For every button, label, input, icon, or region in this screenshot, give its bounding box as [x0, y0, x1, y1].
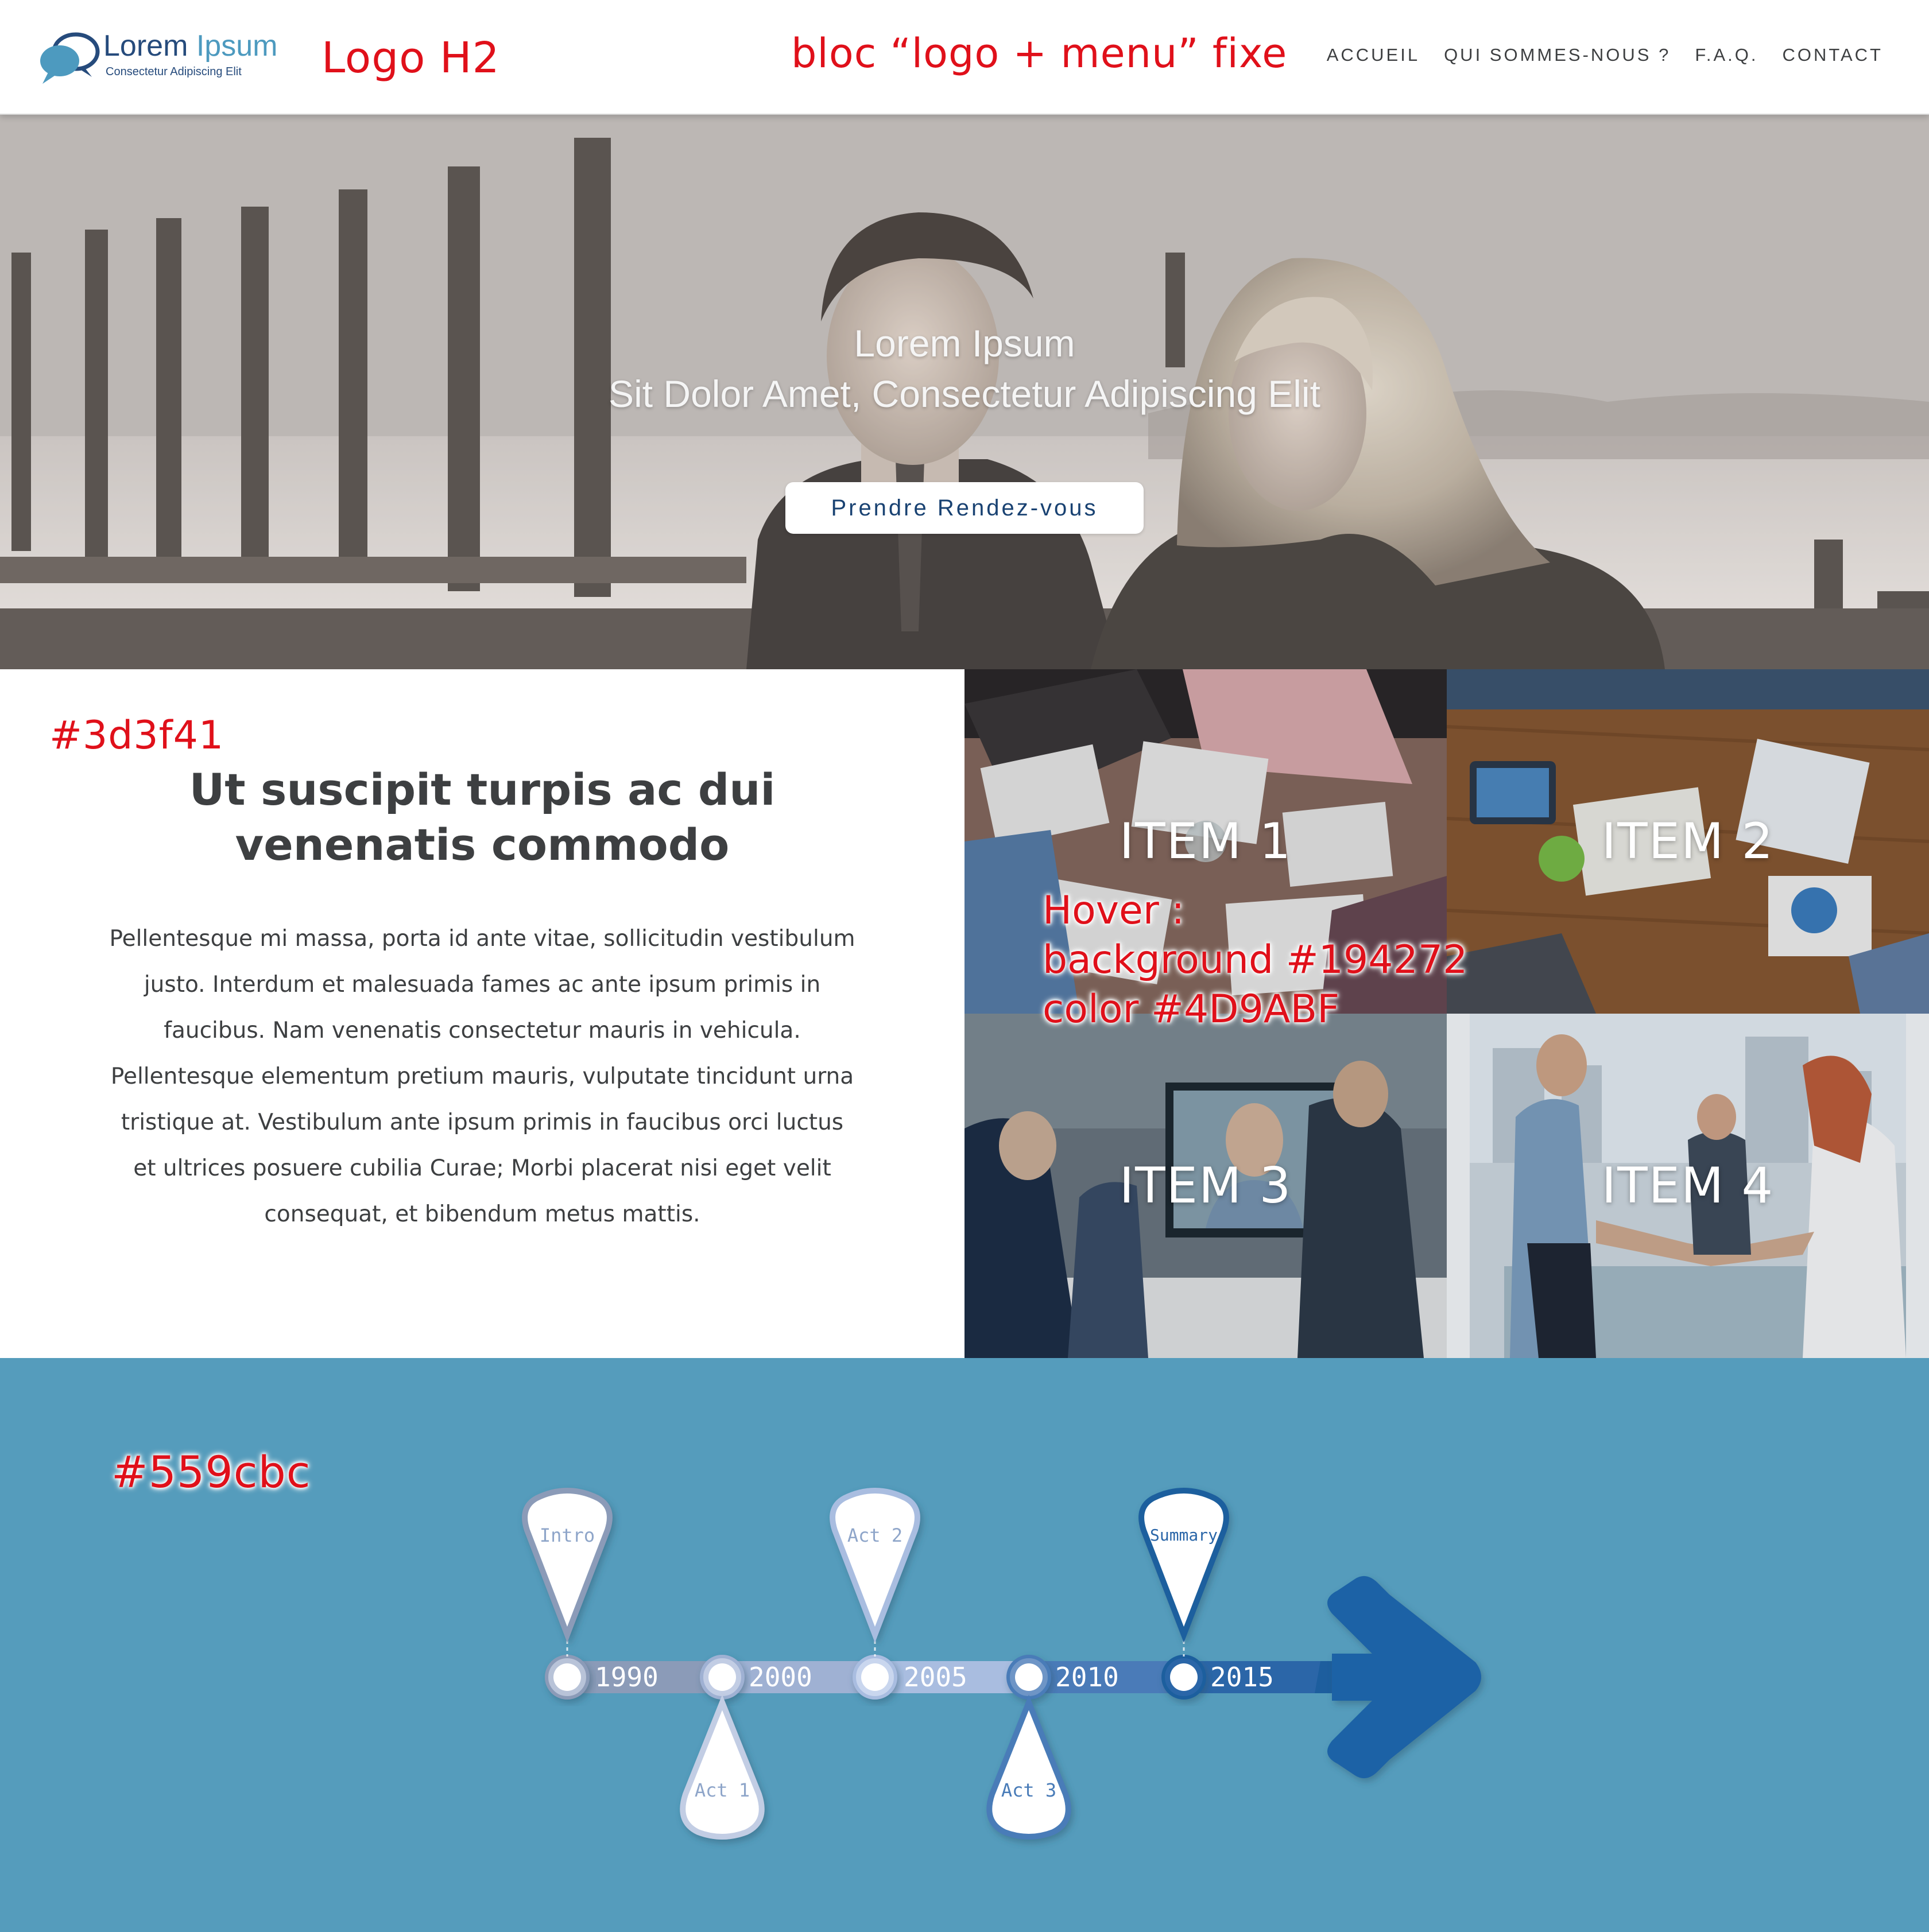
hero-title: Lorem Ipsum: [854, 322, 1075, 364]
grid-item-2-label: ITEM 2: [1601, 813, 1775, 870]
pin-label: Intro: [540, 1524, 595, 1546]
year-label: 2010: [1055, 1662, 1119, 1693]
timeline-arrow-icon: [1327, 1576, 1481, 1779]
grid-item-4[interactable]: ITEM 4: [1447, 1014, 1929, 1358]
logo-tagline: Consectetur Adipiscing Elit: [106, 65, 242, 78]
timeline-section: #559cbc 1990 2000 2005 2010 2015 Intro A…: [0, 1358, 1929, 1932]
intro-heading-line: Ut suscipit turpis ac dui: [189, 764, 776, 815]
timeline-node-2000[interactable]: 2000: [700, 1655, 812, 1700]
paragraph-line: tristique at. Vestibulum ante ipsum prim…: [121, 1109, 844, 1135]
annotation-fixed-header: bloc “logo + menu” fixe: [791, 30, 1288, 77]
timeline-pin-act-1[interactable]: Act 1: [680, 1694, 765, 1840]
main-menu: ACCUEIL QUI SOMMES-NOUS ? F.A.Q. CONTACT: [1327, 45, 1883, 65]
hover-note-line: background #194272: [1043, 937, 1468, 983]
timeline-graphic: 1990 2000 2005 2010 2015 Intro Act 2 Sum…: [522, 1488, 1481, 1840]
paragraph-line: consequat, et bibendum metus mattis.: [264, 1201, 700, 1227]
year-label: 2000: [749, 1662, 812, 1693]
menu-item-faq[interactable]: F.A.Q.: [1695, 45, 1758, 65]
timeline-pin-summary[interactable]: Summary: [1138, 1488, 1229, 1643]
timeline-node-2015[interactable]: 2015: [1161, 1655, 1274, 1700]
annotation-text-color: #3d3f41: [49, 713, 224, 758]
timeline-node-2005[interactable]: 2005: [853, 1655, 967, 1700]
paragraph-line: justo. Interdum et malesuada fames ac an…: [144, 972, 821, 998]
timeline-pin-act-3[interactable]: Act 3: [986, 1694, 1071, 1840]
fixed-header: Lorem Ipsum Consectetur Adipiscing Elit …: [0, 0, 1929, 115]
year-label: 1990: [595, 1662, 659, 1693]
intro-section: #3d3f41 Ut suscipit turpis ac dui venena…: [0, 669, 964, 1358]
hero-subtitle: Sit Dolor Amet, Consectetur Adipiscing E…: [609, 373, 1320, 415]
intro-paragraph: Pellentesque mi massa, porta id ante vit…: [92, 916, 873, 1237]
timeline-node-1990[interactable]: 1990: [545, 1655, 659, 1700]
intro-heading: Ut suscipit turpis ac dui venenatis comm…: [0, 762, 964, 872]
menu-item-qui-sommes-nous[interactable]: QUI SOMMES-NOUS ?: [1444, 45, 1671, 65]
pin-label: Act 3: [1001, 1779, 1056, 1801]
pin-label: Act 1: [695, 1779, 750, 1801]
timeline-pin-intro[interactable]: Intro: [522, 1488, 613, 1643]
logo-title[interactable]: Lorem Ipsum: [103, 29, 277, 63]
hover-note-line: color #4D9ABF: [1043, 987, 1340, 1032]
hover-note-line: Hover :: [1043, 888, 1185, 933]
year-label: 2005: [904, 1662, 967, 1693]
year-label: 2015: [1210, 1662, 1274, 1693]
logo-word-2: Ipsum: [196, 29, 278, 63]
timeline-pin-act-2[interactable]: Act 2: [830, 1488, 920, 1643]
grid-item-4-label: ITEM 4: [1601, 1157, 1775, 1215]
appointment-button[interactable]: Prendre Rendez-vous: [785, 482, 1144, 534]
paragraph-line: faucibus. Nam venenatis consectetur maur…: [164, 1018, 801, 1043]
annotation-hover-style: Hover : background #194272 color #4D9ABF: [1043, 886, 1467, 1034]
grid-item-3[interactable]: ITEM 3: [964, 1014, 1447, 1358]
grid-item-2[interactable]: ITEM 2: [1447, 669, 1929, 1014]
annotation-logo-h2: Logo H2: [322, 33, 500, 83]
grid-item-3-label: ITEM 3: [1119, 1157, 1292, 1215]
paragraph-line: et ultrices posuere cubilia Curae; Morbi…: [133, 1155, 831, 1181]
hero-banner: Lorem Ipsum Sit Dolor Amet, Consectetur …: [0, 115, 1929, 669]
paragraph-line: Pellentesque mi massa, porta id ante vit…: [109, 926, 855, 952]
menu-item-contact[interactable]: CONTACT: [1782, 45, 1883, 65]
menu-item-accueil[interactable]: ACCUEIL: [1327, 45, 1420, 65]
timeline-node-2010[interactable]: 2010: [1006, 1655, 1119, 1700]
logo-word-1: Lorem: [103, 29, 188, 63]
pin-label: Summary: [1150, 1526, 1218, 1545]
pin-label: Act 2: [847, 1524, 902, 1546]
intro-heading-line: venenatis commodo: [235, 819, 730, 870]
paragraph-line: Pellentesque elementum pretium mauris, v…: [110, 1064, 854, 1089]
speech-bubbles-logo-icon: [40, 32, 100, 84]
